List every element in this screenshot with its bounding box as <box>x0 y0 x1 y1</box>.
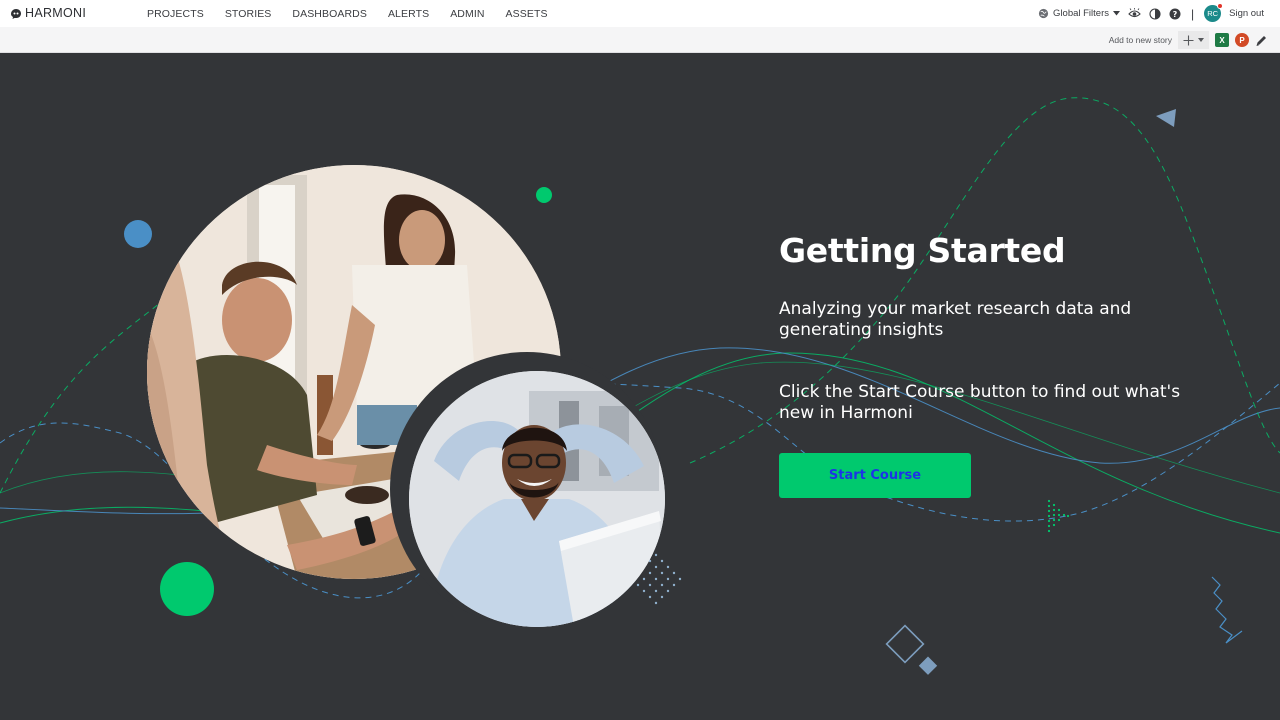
relaxed-man-illustration <box>409 371 665 627</box>
help-button[interactable]: ? <box>1169 8 1181 20</box>
add-to-story-button[interactable] <box>1178 31 1209 49</box>
avatar-initials: RC <box>1207 9 1219 18</box>
global-filters-button[interactable]: Global Filters <box>1038 8 1120 19</box>
contrast-toggle-button[interactable] <box>1149 7 1161 20</box>
logo-text: HARMONI <box>25 6 87 20</box>
user-avatar[interactable]: RC <box>1204 3 1224 22</box>
toolbar: Add to new story X P <box>0 27 1280 53</box>
start-course-button[interactable]: Start Course <box>779 453 971 498</box>
add-to-story-label: Add to new story <box>1108 35 1172 45</box>
preview-button[interactable] <box>1128 8 1141 19</box>
logo-mark-icon <box>11 8 21 19</box>
getting-started-hero: Getting Started Analyzing your market re… <box>0 53 1280 720</box>
contrast-icon <box>1149 7 1161 20</box>
svg-text:?: ? <box>1173 10 1178 19</box>
help-icon: ? <box>1169 8 1181 19</box>
relaxed-man-photo <box>409 371 665 627</box>
toolbar-actions: Add to new story X P <box>1109 27 1268 53</box>
hero-subtitle: Analyzing your market research data and … <box>779 299 1132 340</box>
top-nav: HARMONI PROJECTS STORIES DASHBOARDS ALER… <box>0 0 1280 27</box>
main-nav: PROJECTS STORIES DASHBOARDS ALERTS ADMIN… <box>147 0 569 27</box>
chevron-down-icon <box>1113 11 1120 16</box>
page-title: Getting Started <box>779 231 1066 270</box>
global-filters-label: Global Filters <box>1053 8 1109 19</box>
notification-badge <box>1217 3 1224 9</box>
plus-icon <box>1183 35 1194 45</box>
harmoni-logo[interactable]: HARMONI <box>10 6 86 20</box>
nav-stories[interactable]: STORIES <box>225 8 272 20</box>
nav-admin[interactable]: ADMIN <box>450 8 484 20</box>
nav-projects[interactable]: PROJECTS <box>147 8 204 20</box>
nav-assets[interactable]: ASSETS <box>506 8 548 20</box>
sign-out-link[interactable]: Sign out <box>1229 8 1264 19</box>
excel-icon[interactable]: X <box>1215 33 1229 47</box>
nav-alerts[interactable]: ALERTS <box>388 8 429 20</box>
powerpoint-icon[interactable]: P <box>1235 33 1249 47</box>
edit-pencil-icon <box>1256 35 1266 46</box>
chevron-down-icon <box>1198 38 1204 42</box>
divider: | <box>1191 6 1195 21</box>
top-right-controls: Global Filters ? | RC Sign out <box>1038 0 1264 27</box>
globe-icon <box>1038 8 1049 19</box>
hero-description: Click the Start Course button to find ou… <box>779 382 1181 423</box>
nav-dashboards[interactable]: DASHBOARDS <box>292 8 367 20</box>
eye-icon <box>1128 8 1141 18</box>
edit-button[interactable] <box>1255 34 1268 47</box>
